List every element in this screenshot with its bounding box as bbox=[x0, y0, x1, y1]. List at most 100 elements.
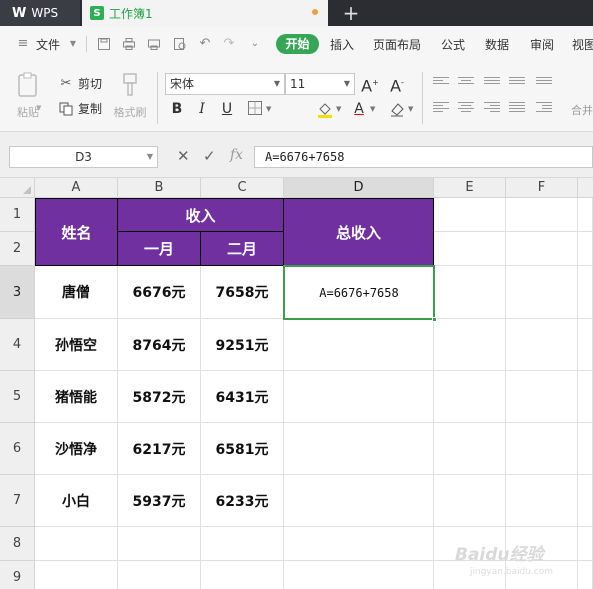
empty-cell[interactable] bbox=[284, 423, 434, 475]
distribute-icon[interactable] bbox=[509, 102, 525, 114]
cell-feb[interactable]: 9251元 bbox=[201, 319, 284, 371]
formula-input[interactable]: A=6676+7658 bbox=[254, 146, 593, 168]
cell-name[interactable]: 猪悟能 bbox=[35, 371, 118, 423]
cell-feb[interactable]: 6233元 bbox=[201, 475, 284, 527]
chevron-down-icon[interactable]: ▼ bbox=[370, 105, 375, 113]
font-name-select[interactable]: 宋体 ▼ bbox=[165, 73, 285, 95]
decrease-font-icon[interactable]: A- bbox=[388, 74, 406, 95]
align-right-icon[interactable] bbox=[484, 102, 500, 114]
empty-cell[interactable] bbox=[578, 198, 593, 232]
empty-cell[interactable] bbox=[434, 371, 506, 423]
column-header-c[interactable]: C bbox=[201, 178, 284, 198]
menu-start[interactable]: 开始 bbox=[276, 34, 319, 54]
row-header-7[interactable]: 7 bbox=[0, 475, 35, 527]
empty-cell[interactable] bbox=[578, 423, 593, 475]
row-header-1[interactable]: 1 bbox=[0, 198, 35, 232]
empty-cell[interactable] bbox=[434, 319, 506, 371]
empty-cell[interactable] bbox=[434, 266, 506, 319]
row-header-9[interactable]: 9 bbox=[0, 561, 35, 589]
empty-cell[interactable] bbox=[284, 371, 434, 423]
cell-name[interactable]: 小白 bbox=[35, 475, 118, 527]
wrap-icon[interactable] bbox=[536, 77, 552, 89]
align-left-icon[interactable] bbox=[433, 102, 449, 114]
cell-feb[interactable]: 6431元 bbox=[201, 371, 284, 423]
column-header-e[interactable]: E bbox=[434, 178, 506, 198]
empty-cell[interactable] bbox=[118, 561, 201, 589]
align-middle-icon[interactable] bbox=[458, 77, 474, 89]
active-cell-d3[interactable]: A=6676+7658 bbox=[283, 265, 437, 322]
paste-button[interactable]: 粘贴 bbox=[10, 72, 46, 120]
merge-center-button[interactable]: 合并居中 bbox=[571, 102, 593, 118]
empty-cell[interactable] bbox=[578, 266, 593, 319]
empty-cell[interactable] bbox=[506, 475, 578, 527]
cell-jan[interactable]: 5872元 bbox=[118, 371, 201, 423]
row-header-2[interactable]: 2 bbox=[0, 232, 35, 266]
empty-cell[interactable] bbox=[434, 232, 506, 266]
menu-formulas[interactable]: 公式 bbox=[441, 36, 465, 53]
empty-cell[interactable] bbox=[35, 527, 118, 561]
chevron-down-icon[interactable]: ▼ bbox=[266, 105, 271, 113]
empty-cell[interactable] bbox=[578, 371, 593, 423]
empty-cell[interactable] bbox=[506, 232, 578, 266]
empty-cell[interactable] bbox=[578, 475, 593, 527]
menu-review[interactable]: 审阅 bbox=[530, 36, 554, 53]
format-painter-button[interactable]: 格式刷 bbox=[110, 72, 150, 120]
empty-cell[interactable] bbox=[578, 319, 593, 371]
tab-workbook[interactable]: S 工作簿1 bbox=[82, 0, 328, 26]
cell-name[interactable]: 唐僧 bbox=[35, 266, 118, 319]
header-cell-total[interactable]: 总收入 bbox=[284, 198, 434, 266]
italic-icon[interactable]: I bbox=[193, 100, 211, 118]
cell-feb[interactable]: 6581元 bbox=[201, 423, 284, 475]
header-cell-jan[interactable]: 一月 bbox=[118, 232, 201, 266]
cell-name[interactable]: 沙悟净 bbox=[35, 423, 118, 475]
empty-cell[interactable] bbox=[578, 232, 593, 266]
empty-cell[interactable] bbox=[284, 527, 434, 561]
empty-cell[interactable] bbox=[506, 198, 578, 232]
empty-cell[interactable] bbox=[578, 527, 593, 561]
hamburger-icon[interactable]: ≡ bbox=[16, 37, 30, 51]
menu-page-layout[interactable]: 页面布局 bbox=[373, 36, 421, 53]
save-icon[interactable] bbox=[97, 37, 111, 51]
empty-cell[interactable] bbox=[434, 423, 506, 475]
preview-icon[interactable] bbox=[173, 37, 187, 51]
column-header-g[interactable] bbox=[578, 178, 593, 198]
empty-cell[interactable] bbox=[578, 561, 593, 589]
align-bottom-icon[interactable] bbox=[484, 77, 500, 89]
select-all-corner[interactable] bbox=[0, 178, 35, 198]
new-tab-button[interactable]: + bbox=[336, 0, 366, 26]
empty-cell[interactable] bbox=[201, 561, 284, 589]
align-justify-icon[interactable] bbox=[509, 77, 525, 89]
empty-cell[interactable] bbox=[434, 198, 506, 232]
align-top-icon[interactable] bbox=[433, 77, 449, 89]
align-center-icon[interactable] bbox=[458, 102, 474, 114]
empty-cell[interactable] bbox=[284, 475, 434, 527]
clear-icon[interactable] bbox=[388, 100, 406, 118]
row-header-6[interactable]: 6 bbox=[0, 423, 35, 475]
font-size-select[interactable]: 11 ▼ bbox=[285, 73, 355, 95]
row-header-3[interactable]: 3 bbox=[0, 266, 35, 319]
column-header-f[interactable]: F bbox=[506, 178, 578, 198]
insert-function-icon[interactable]: fx bbox=[230, 147, 243, 163]
quick-access-more-icon[interactable]: ⌄ bbox=[248, 37, 262, 51]
font-color-icon[interactable]: A bbox=[350, 100, 368, 118]
header-cell-feb[interactable]: 二月 bbox=[201, 232, 284, 266]
copy-button[interactable]: 复制 bbox=[58, 100, 102, 117]
empty-cell[interactable] bbox=[201, 527, 284, 561]
empty-cell[interactable] bbox=[434, 475, 506, 527]
header-cell-name[interactable]: 姓名 bbox=[35, 198, 118, 266]
empty-cell[interactable] bbox=[506, 371, 578, 423]
empty-cell[interactable] bbox=[35, 561, 118, 589]
empty-cell[interactable] bbox=[506, 266, 578, 319]
fill-handle[interactable] bbox=[432, 317, 437, 322]
cell-jan[interactable]: 6676元 bbox=[118, 266, 201, 319]
confirm-icon[interactable]: ✓ bbox=[203, 147, 216, 165]
empty-cell[interactable] bbox=[284, 319, 434, 371]
chevron-down-icon[interactable]: ▼ bbox=[408, 105, 413, 113]
undo-icon[interactable]: ↶ bbox=[198, 37, 212, 51]
fill-color-icon[interactable] bbox=[316, 100, 334, 118]
print-icon[interactable] bbox=[122, 37, 136, 51]
row-header-5[interactable]: 5 bbox=[0, 371, 35, 423]
empty-cell[interactable] bbox=[506, 319, 578, 371]
menu-file[interactable]: 文件 bbox=[36, 36, 60, 53]
empty-cell[interactable] bbox=[284, 561, 434, 589]
